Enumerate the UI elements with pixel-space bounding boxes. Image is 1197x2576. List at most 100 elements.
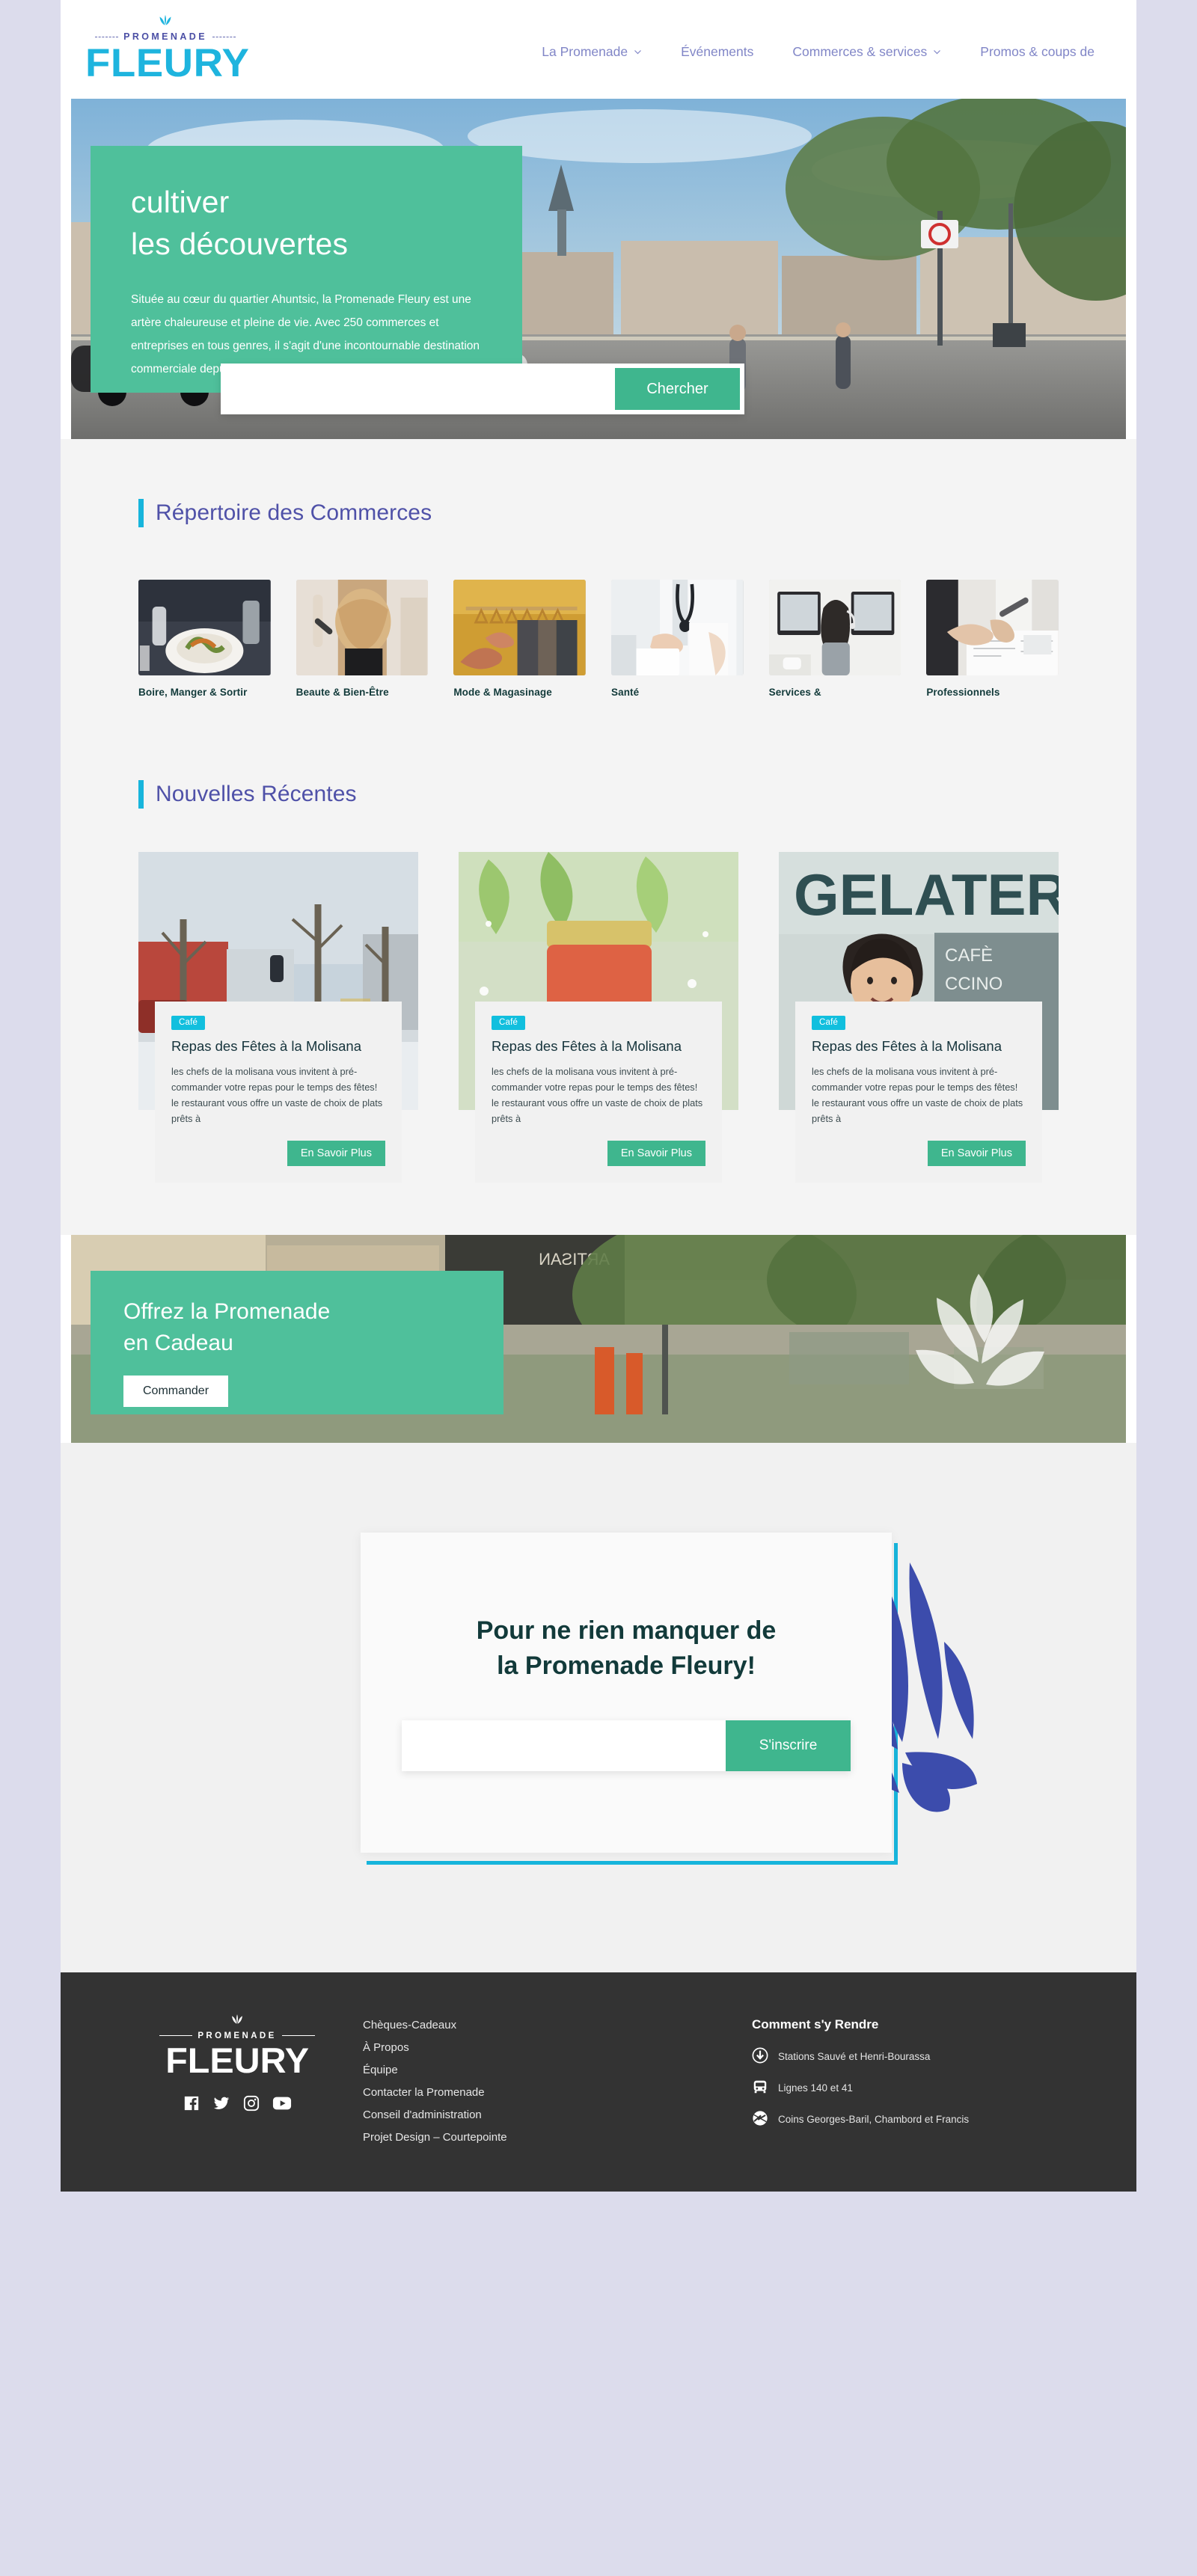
search-input[interactable] — [221, 364, 615, 414]
news-card[interactable]: GELATER CAFÈ CCINO NOLI MISÙ — [779, 852, 1059, 1183]
instagram-icon[interactable] — [243, 2095, 260, 2115]
transit-item-metro: Stations Sauvé et Henri-Bourassa — [752, 2047, 1059, 2066]
nav-item-label: Promos & coups de — [980, 43, 1095, 59]
hero-title-line2: les découvertes — [131, 226, 349, 261]
nav-item-evenements[interactable]: Événements — [681, 44, 753, 60]
category-card-mode-magasinage[interactable]: Mode & Magasinage — [453, 580, 586, 698]
newsletter-title-line2: la Promenade Fleury! — [497, 1651, 756, 1680]
svg-text:GELATER: GELATER — [794, 862, 1059, 927]
category-label: Santé — [611, 687, 640, 698]
chevron-down-icon — [933, 48, 941, 56]
clothing-rack-photo — [453, 580, 586, 675]
news-card-body: Café Repas des Fêtes à la Molisana les c… — [475, 1002, 722, 1183]
news-card-excerpt: les chefs de la molisana vous invitent à… — [812, 1066, 1023, 1125]
footer-logo-rule-left — [159, 2035, 193, 2037]
salon-photo — [296, 580, 429, 675]
footer-logo-rule-right — [281, 2035, 316, 2037]
svg-text:CCINO: CCINO — [945, 974, 1002, 994]
newsletter-wrapper: Pour ne rien manquer de la Promenade Fle… — [224, 1532, 977, 1865]
nav-item-la-promenade[interactable]: La Promenade — [542, 44, 642, 60]
site-header: PROMENADE FLEURY La Promenade Événements… — [61, 0, 1136, 99]
footer-logo-promenade-text: PROMENADE — [198, 2031, 277, 2040]
newsletter-title-line1: Pour ne rien manquer de — [476, 1616, 777, 1645]
chevron-down-icon — [634, 48, 642, 56]
category-label: Mode & Magasinage — [453, 687, 552, 698]
footer-link-contacter[interactable]: Contacter la Promenade — [363, 2086, 707, 2099]
gift-title-line1: Offrez la Promenade — [123, 1298, 331, 1324]
category-card-beaute-bien-etre[interactable]: Beaute & Bien-Être — [296, 580, 429, 698]
news-card[interactable]: la Molisana Café Repas des Fêtes à la Mo… — [459, 852, 738, 1183]
crown-leaf-icon — [228, 2014, 246, 2028]
title-accent-bar — [138, 780, 144, 809]
news-cta-row: En Savoir Plus — [812, 1140, 1026, 1166]
news-card-body: Café Repas des Fêtes à la Molisana les c… — [795, 1002, 1042, 1183]
directory-title: Répertoire des Commerces — [138, 499, 1059, 527]
category-label: Services & — [768, 687, 821, 698]
news-badge: Café — [492, 1016, 526, 1030]
footer-link-cheques-cadeaux[interactable]: Chèques-Cadeaux — [363, 2019, 707, 2031]
news-card-body: Café Repas des Fêtes à la Molisana les c… — [155, 1002, 402, 1183]
newsletter-card: Pour ne rien manquer de la Promenade Fle… — [361, 1532, 892, 1853]
newsletter-subscribe-button[interactable]: S'inscrire — [726, 1720, 851, 1772]
search-button[interactable]: Chercher — [615, 368, 740, 410]
metro-icon — [752, 2047, 768, 2066]
office-worker-photo — [768, 580, 901, 675]
footer-logo-promenade-row: PROMENADE — [159, 2031, 316, 2040]
news-card-excerpt: les chefs de la molisana vous invitent à… — [171, 1066, 383, 1125]
category-card-sante[interactable]: Santé — [611, 580, 744, 698]
twitter-icon[interactable] — [212, 2095, 230, 2115]
youtube-icon[interactable] — [272, 2095, 292, 2115]
facebook-icon[interactable] — [183, 2095, 200, 2115]
hero-search-bar: Chercher — [221, 364, 744, 414]
news-read-more-button[interactable]: En Savoir Plus — [927, 1140, 1026, 1166]
decorative-leaf-icon — [905, 1269, 1055, 1415]
news-card-title: Repas des Fêtes à la Molisana — [492, 1038, 682, 1054]
logo-fleury-text: FLEURY — [85, 40, 250, 85]
doctor-photo — [611, 580, 744, 675]
transit-text: Lignes 140 et 41 — [778, 2082, 853, 2094]
category-card-professionnels[interactable]: Professionnels — [926, 580, 1059, 698]
gift-banner: ARTISAN Offrez la Promenade en Cadeau Co… — [71, 1234, 1126, 1443]
footer-logo-fleury-text: FLEURY — [165, 2040, 309, 2080]
news-card-excerpt: les chefs de la molisana vous invitent à… — [492, 1066, 703, 1125]
footer-logo[interactable]: PROMENADE FLEURY — [159, 2014, 316, 2115]
news-title-text: Nouvelles Récentes — [156, 782, 357, 806]
news-card-title: Repas des Fêtes à la Molisana — [812, 1038, 1002, 1054]
hero-banner: cultiver les découvertes Située au cœur … — [71, 99, 1126, 439]
newsletter-email-input[interactable] — [402, 1720, 726, 1772]
news-read-more-button[interactable]: En Savoir Plus — [287, 1140, 385, 1166]
news-card-title: Repas des Fêtes à la Molisana — [171, 1038, 361, 1054]
transit-item-bus: Lignes 140 et 41 — [752, 2079, 1059, 2097]
hero-text-card: cultiver les découvertes Située au cœur … — [91, 146, 522, 393]
footer-link-a-propos[interactable]: À Propos — [363, 2041, 707, 2054]
footer-link-equipe[interactable]: Équipe — [363, 2064, 707, 2076]
nav-item-label: La Promenade — [542, 43, 628, 59]
news-badge: Café — [812, 1016, 846, 1030]
news-title: Nouvelles Récentes — [138, 780, 1059, 809]
footer-link-conseil-administration[interactable]: Conseil d'administration — [363, 2109, 707, 2121]
nav-item-commerces-services[interactable]: Commerces & services — [792, 44, 941, 60]
bus-icon — [752, 2079, 768, 2097]
site-footer: PROMENADE FLEURY Chèques-Cadeaux À Propo… — [61, 1972, 1136, 2192]
category-label: Boire, Manger & Sortir — [138, 687, 248, 698]
gift-order-button[interactable]: Commander — [123, 1375, 229, 1407]
title-accent-bar — [138, 499, 144, 527]
category-grid: Boire, Manger & Sortir Beaute & Bien-Êtr… — [138, 580, 1059, 698]
gift-text-card: Offrez la Promenade en Cadeau Commander — [91, 1270, 503, 1414]
footer-link-projet-design[interactable]: Projet Design – Courtepointe — [363, 2131, 707, 2144]
news-badge: Café — [171, 1016, 206, 1030]
news-cta-row: En Savoir Plus — [492, 1140, 705, 1166]
directory-title-text: Répertoire des Commerces — [156, 500, 432, 525]
site-logo[interactable]: PROMENADE FLEURY — [85, 15, 249, 84]
gift-title: Offrez la Promenade en Cadeau — [123, 1296, 471, 1360]
footer-links-column: Chèques-Cadeaux À Propos Équipe Contacte… — [363, 2014, 707, 2144]
footer-brand-column: PROMENADE FLEURY — [138, 2014, 363, 2144]
newsletter-form: S'inscrire — [402, 1720, 851, 1772]
category-card-boire-manger-sortir[interactable]: Boire, Manger & Sortir — [138, 580, 271, 698]
nav-item-promos[interactable]: Promos & coups de — [980, 44, 1095, 60]
main-navigation: La Promenade Événements Commerces & serv… — [542, 40, 1136, 60]
hero-title: cultiver les découvertes — [131, 182, 482, 266]
news-card[interactable]: Café Repas des Fêtes à la Molisana les c… — [138, 852, 418, 1183]
news-read-more-button[interactable]: En Savoir Plus — [607, 1140, 705, 1166]
category-card-services[interactable]: Services & — [768, 580, 901, 698]
